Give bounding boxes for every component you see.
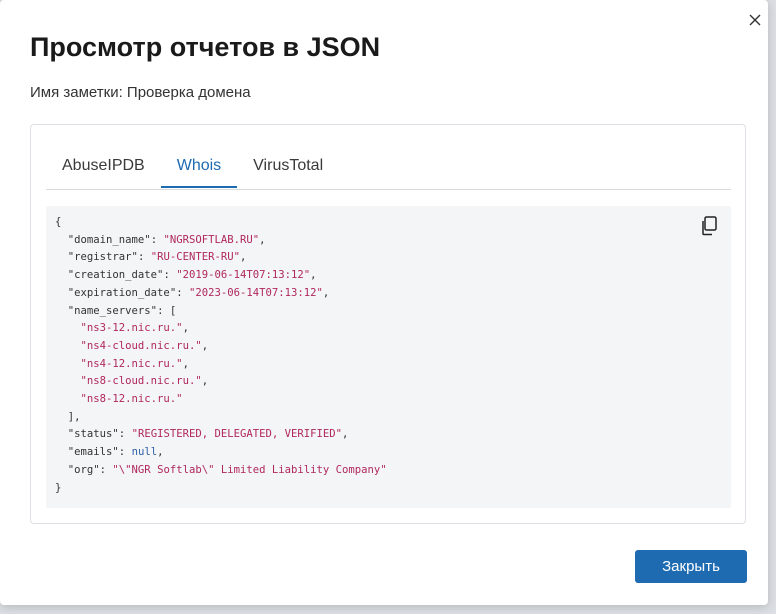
json-punct: : bbox=[118, 446, 132, 459]
json-string: "NGRSOFTLAB.RU" bbox=[163, 233, 260, 246]
close-icon-glyph bbox=[749, 14, 761, 26]
close-button[interactable]: Закрыть bbox=[635, 550, 747, 583]
json-string: "REGISTERED, DELEGATED, VERIFIED" bbox=[131, 428, 343, 441]
json-key: "name_servers" bbox=[67, 304, 158, 317]
dialog-title: Просмотр отчетов в JSON bbox=[30, 32, 381, 62]
json-punct: } bbox=[55, 481, 62, 494]
json-line: "ns4-12.nic.ru.", bbox=[55, 358, 189, 370]
json-string: "ns8-cloud.nic.ru." bbox=[80, 375, 202, 388]
json-punct bbox=[55, 375, 81, 387]
json-punct: , bbox=[182, 357, 189, 370]
json-key: "creation_date" bbox=[67, 269, 164, 282]
json-punct: : bbox=[99, 463, 113, 476]
json-report-dialog: Просмотр отчетов в JSON Имя заметки: Про… bbox=[0, 0, 768, 605]
json-line: "name_servers": [ bbox=[55, 305, 176, 317]
json-punct bbox=[55, 287, 68, 299]
json-punct: : [ bbox=[157, 304, 177, 317]
json-viewer[interactable]: { "domain_name": "NGRSOFTLAB.RU", "regis… bbox=[46, 206, 731, 508]
json-key: "status" bbox=[67, 428, 119, 441]
json-punct: , bbox=[201, 339, 209, 352]
json-punct: , bbox=[157, 446, 164, 459]
json-punct bbox=[55, 251, 68, 263]
json-line: "registrar": "RU-CENTER-RU", bbox=[55, 251, 247, 264]
json-punct: : bbox=[137, 251, 151, 264]
json-punct: : bbox=[118, 428, 132, 441]
json-punct bbox=[55, 393, 81, 405]
json-punct bbox=[55, 322, 81, 334]
json-key: "domain_name" bbox=[67, 233, 151, 246]
json-key: "org" bbox=[67, 463, 100, 476]
json-line: "expiration_date": "2023-06-14T07:13:12"… bbox=[55, 286, 330, 299]
json-line: "creation_date": "2019-06-14T07:13:12", bbox=[55, 269, 317, 281]
json-punct: , bbox=[310, 269, 317, 282]
json-punct: , bbox=[201, 375, 209, 388]
json-punct: , bbox=[342, 428, 349, 441]
json-punct bbox=[55, 269, 68, 281]
json-punct: { bbox=[55, 216, 62, 228]
json-punct bbox=[55, 340, 81, 352]
json-string: "ns4-12.nic.ru." bbox=[80, 357, 183, 370]
json-line: "ns4-cloud.nic.ru.", bbox=[55, 339, 209, 352]
json-punct: : bbox=[163, 269, 177, 282]
json-line: } bbox=[55, 482, 61, 494]
json-string: "2019-06-14T07:13:12" bbox=[176, 269, 311, 282]
json-punct bbox=[55, 358, 81, 370]
json-line: "ns8-12.nic.ru." bbox=[55, 393, 183, 405]
json-punct bbox=[55, 446, 68, 458]
json-punct: : bbox=[150, 233, 164, 246]
json-string: "ns8-12.nic.ru." bbox=[80, 393, 183, 406]
json-key: "registrar" bbox=[67, 251, 138, 264]
tab-abuseipdb[interactable]: AbuseIPDB bbox=[46, 145, 161, 188]
json-punct: ], bbox=[55, 410, 81, 423]
json-punct bbox=[55, 234, 68, 246]
close-icon[interactable] bbox=[740, 6, 770, 34]
json-line: "emails": null, bbox=[55, 446, 164, 459]
json-line: "status": "REGISTERED, DELEGATED, VERIFI… bbox=[55, 428, 349, 441]
report-panel: AbuseIPDB Whois VirusTotal { "domain_nam… bbox=[30, 124, 746, 524]
json-string: "ns3-12.nic.ru." bbox=[80, 322, 183, 335]
json-string: "ns4-cloud.nic.ru." bbox=[80, 339, 202, 352]
json-key: "emails" bbox=[67, 446, 119, 459]
json-line: "ns3-12.nic.ru.", bbox=[55, 322, 189, 334]
json-string: "RU-CENTER-RU" bbox=[150, 251, 240, 264]
note-name-label: Имя заметки: Проверка домена bbox=[30, 84, 251, 101]
json-punct: , bbox=[182, 322, 189, 335]
json-punct bbox=[55, 428, 68, 440]
json-punct: : bbox=[176, 286, 189, 299]
json-string: "2023-06-14T07:13:12" bbox=[188, 286, 323, 299]
json-null: null bbox=[131, 446, 158, 459]
report-tabs: AbuseIPDB Whois VirusTotal bbox=[46, 145, 731, 190]
tab-virustotal[interactable]: VirusTotal bbox=[237, 145, 339, 188]
json-punct bbox=[55, 305, 68, 317]
json-content: { "domain_name": "NGRSOFTLAB.RU", "regis… bbox=[55, 214, 387, 497]
json-line: "ns8-cloud.nic.ru.", bbox=[55, 375, 209, 388]
json-line: "org": "\"NGR Softlab\" Limited Liabilit… bbox=[55, 464, 387, 476]
json-line: ], bbox=[55, 411, 81, 423]
copy-icon-glyph bbox=[702, 216, 717, 236]
json-string: "\"NGR Softlab\" Limited Liability Compa… bbox=[112, 463, 387, 476]
copy-icon[interactable] bbox=[700, 216, 718, 236]
json-punct bbox=[55, 464, 68, 476]
json-punct: , bbox=[240, 251, 247, 264]
json-line: "domain_name": "NGRSOFTLAB.RU", bbox=[55, 234, 266, 246]
tab-whois[interactable]: Whois bbox=[160, 145, 238, 188]
json-line: { bbox=[55, 216, 61, 228]
json-punct: , bbox=[259, 233, 266, 246]
json-key: "expiration_date" bbox=[67, 286, 177, 299]
json-punct: , bbox=[322, 286, 330, 299]
